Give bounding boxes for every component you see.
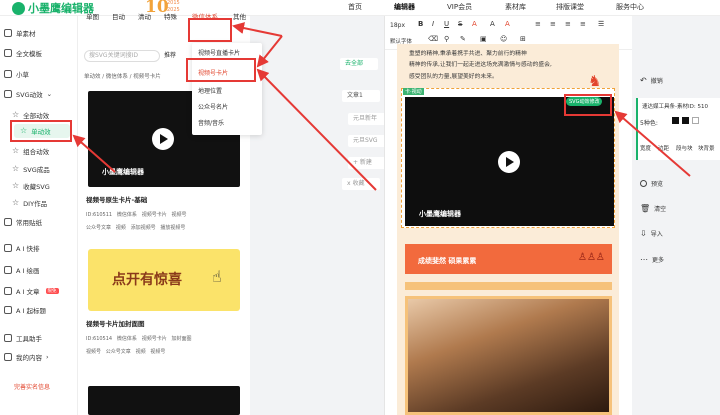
annotation-arrows bbox=[72, 22, 691, 191]
